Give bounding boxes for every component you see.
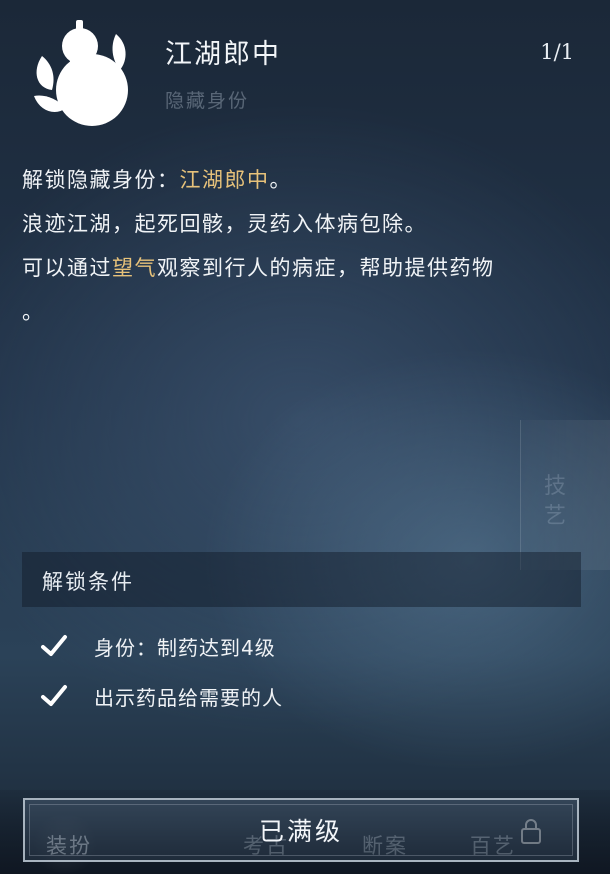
background-side-tab-label: 技艺 <box>543 474 566 529</box>
description-line-2: 浪迹江湖，起死回骸，灵药入体病包除。 <box>22 212 427 236</box>
condition-text: 出示药品给需要的人 <box>94 686 283 710</box>
identity-description: 解锁隐藏身份：江湖郎中。 浪迹江湖，起死回骸，灵药入体病包除。 可以通过望气观察… <box>22 158 587 334</box>
description-text: 。 <box>269 168 292 192</box>
skill-highlight: 望气 <box>112 256 157 280</box>
description-line-3: 可以通过望气观察到行人的病症，帮助提供药物 <box>22 246 587 290</box>
max-level-label: 已满级 <box>258 817 343 846</box>
max-level-button[interactable]: 已满级 <box>23 798 579 862</box>
condition-text: 身份：制药达到4级 <box>94 636 276 660</box>
identity-counter: 1/1 <box>540 40 574 64</box>
identity-subtitle: 隐藏身份 <box>165 90 250 112</box>
checkmark-icon <box>41 685 67 706</box>
description-line-1: 解锁隐藏身份：江湖郎中。 <box>22 158 587 202</box>
identity-name-highlight: 江湖郎中 <box>179 168 270 192</box>
description-text: 解锁隐藏身份： <box>22 168 180 192</box>
gourd-icon <box>34 20 128 126</box>
lock-icon <box>521 819 541 844</box>
description-text: 观察到行人的病症，帮助提供药物 <box>157 256 495 280</box>
description-line-4: 。 <box>22 300 45 324</box>
description-text: 可以通过 <box>22 256 112 280</box>
identity-title: 江湖郎中 <box>165 39 281 70</box>
unlock-conditions-title: 解锁条件 <box>42 570 134 594</box>
checkmark-icon <box>41 635 67 656</box>
unlock-conditions-header: 解锁条件 <box>22 552 581 607</box>
